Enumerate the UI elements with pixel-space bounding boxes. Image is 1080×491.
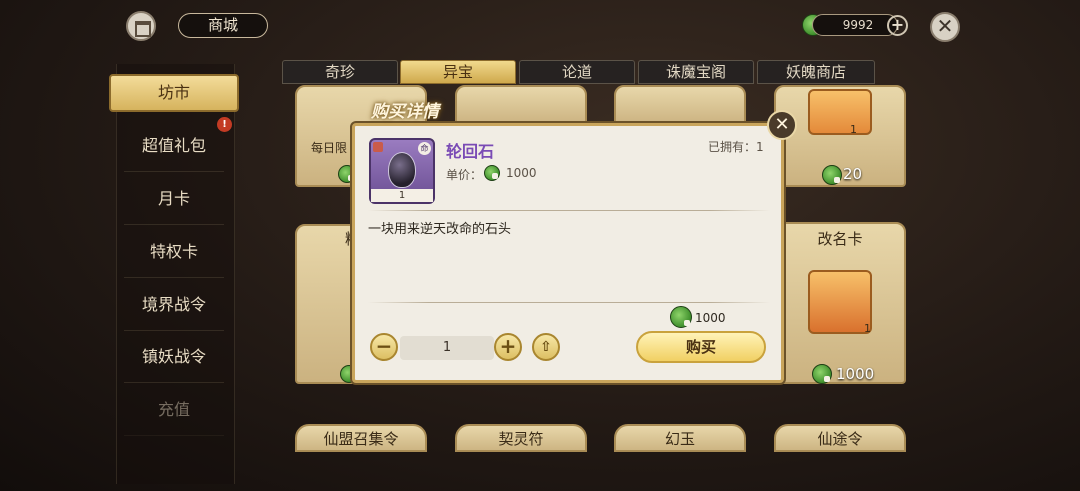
sidebar-item-recharge[interactable]: 充值 [124,384,224,436]
tab-yibao[interactable]: 异宝 [400,60,516,84]
close-shop-button[interactable]: ✕ [930,12,960,42]
shop-card-title[interactable]: 仙盟召集令 [295,424,427,452]
quantity-input[interactable]: 1 [400,336,494,360]
page-title: 商城 [178,13,268,38]
sidebar-item-realm-pass[interactable]: 境界战令 [124,279,224,331]
shop-card-rename[interactable]: 改名卡 1 [774,222,906,384]
sidebar-item-monthly-card[interactable]: 月卡 [124,173,224,225]
card-title: 改名卡 [817,230,863,248]
item-icon [808,89,872,135]
shop-card-title[interactable]: 幻玉 [614,424,746,452]
currency-icon [822,165,842,185]
item-quantity: 1 [850,123,857,136]
item-description: 一块用来逆天改命的石头 [368,222,512,237]
max-quantity-button[interactable]: ⇧ [532,333,560,361]
item-name: 轮回石 [446,142,495,161]
total-price: 1000 [695,311,726,325]
owned-count: 已拥有：1 [708,140,764,154]
sidebar-item-value-pack[interactable]: 超值礼包 [124,120,224,172]
lock-icon [373,142,383,152]
currency-icon [812,364,832,384]
close-dialog-button[interactable]: ✕ [767,110,797,140]
currency-icon [670,306,692,328]
fate-tag: 命 [418,142,431,155]
unit-price-label: 单价： [446,168,483,182]
reincarnation-stone-icon: 命 1 [369,138,435,204]
decrease-quantity-button[interactable]: − [370,333,398,361]
item-price: 20 [843,165,863,183]
increase-quantity-button[interactable]: + [494,333,522,361]
dialog-title: 购买详情 [371,102,439,122]
sidebar-item-fangshi[interactable]: 坊市 [109,74,239,112]
tab-lundao[interactable]: 论道 [519,60,635,84]
tab-qizhen[interactable]: 奇珍 [282,60,398,84]
tab-yaopo-shop[interactable]: 妖魄商店 [757,60,875,84]
item-price: 1000 [836,365,875,383]
shop-card-title[interactable]: 契灵符 [455,424,587,452]
divider [368,210,770,211]
unit-price: 1000 [506,166,537,180]
item-quantity: 1 [371,189,433,202]
item-quantity: 1 [864,322,871,335]
shop-card[interactable] [614,85,746,127]
buy-button[interactable]: 购买 [636,331,766,363]
sidebar-item-privilege-card[interactable]: 特权卡 [124,226,224,278]
sidebar-item-demon-pass[interactable]: 镇妖战令 [124,331,224,383]
card-label: 每日限 [311,141,348,155]
currency-amount: 9992 [812,14,898,36]
notification-badge: ! [217,117,232,132]
stone-icon [388,152,416,188]
rename-card-icon [808,270,872,334]
add-currency-button[interactable]: + [887,15,908,36]
home-icon[interactable] [126,11,156,41]
currency-icon [484,165,500,181]
divider [368,302,770,303]
shop-card[interactable] [455,85,587,127]
shop-card-title[interactable]: 仙途令 [774,424,906,452]
tab-zhumo-baoge[interactable]: 诛魔宝阁 [638,60,754,84]
